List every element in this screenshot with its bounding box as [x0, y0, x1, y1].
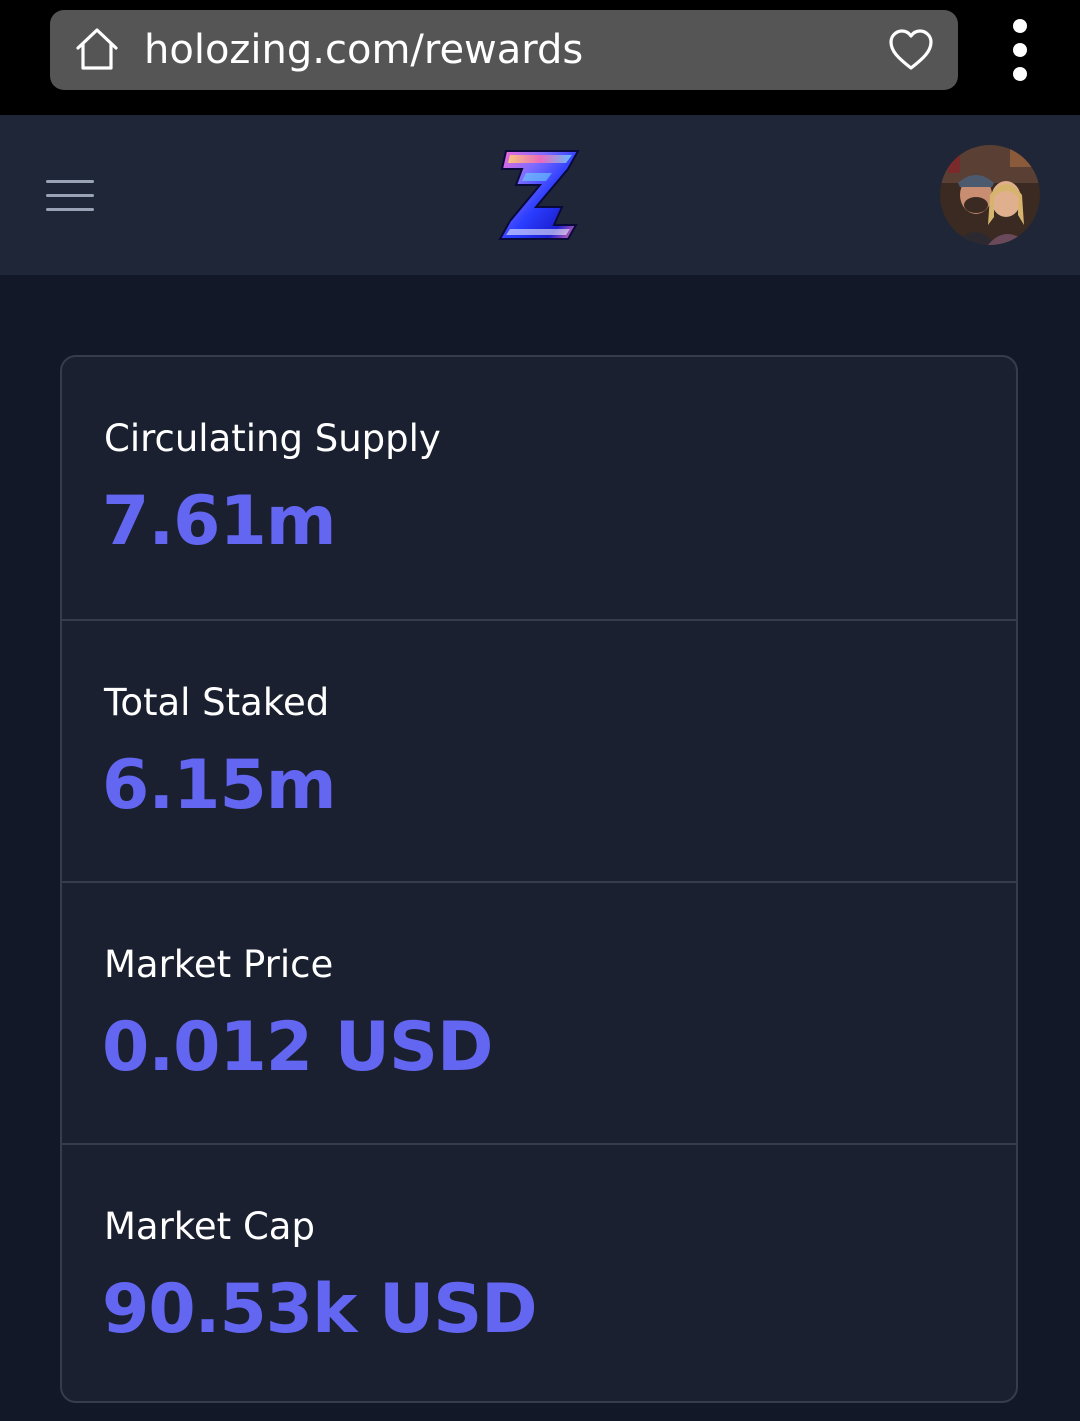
browser-toolbar: holozing.com/rewards	[0, 0, 1080, 115]
stat-value: 7.61m	[102, 482, 337, 561]
stat-total-staked: Total Staked 6.15m	[62, 619, 1016, 881]
app-header	[0, 115, 1080, 275]
hamburger-icon[interactable]	[46, 179, 94, 213]
token-stats-card: Circulating Supply 7.61m Total Staked 6.…	[60, 355, 1018, 1403]
url-text[interactable]: holozing.com/rewards	[144, 22, 583, 78]
stat-label: Total Staked	[104, 681, 330, 724]
stat-market-cap: Market Cap 90.53k USD	[62, 1143, 1016, 1401]
stat-label: Market Price	[104, 943, 334, 986]
stat-value: 6.15m	[102, 746, 337, 825]
stat-market-price: Market Price 0.012 USD	[62, 881, 1016, 1143]
stat-value: 90.53k USD	[102, 1270, 538, 1349]
stat-circulating-supply: Circulating Supply 7.61m	[62, 357, 1016, 619]
more-vertical-icon[interactable]	[1000, 16, 1040, 86]
stat-value: 0.012 USD	[102, 1008, 493, 1087]
user-avatar[interactable]	[940, 145, 1040, 245]
holozing-logo-icon[interactable]	[496, 147, 584, 243]
heart-icon[interactable]	[888, 28, 934, 72]
home-icon[interactable]	[74, 26, 120, 72]
stat-label: Market Cap	[104, 1205, 315, 1248]
stat-label: Circulating Supply	[104, 417, 441, 460]
